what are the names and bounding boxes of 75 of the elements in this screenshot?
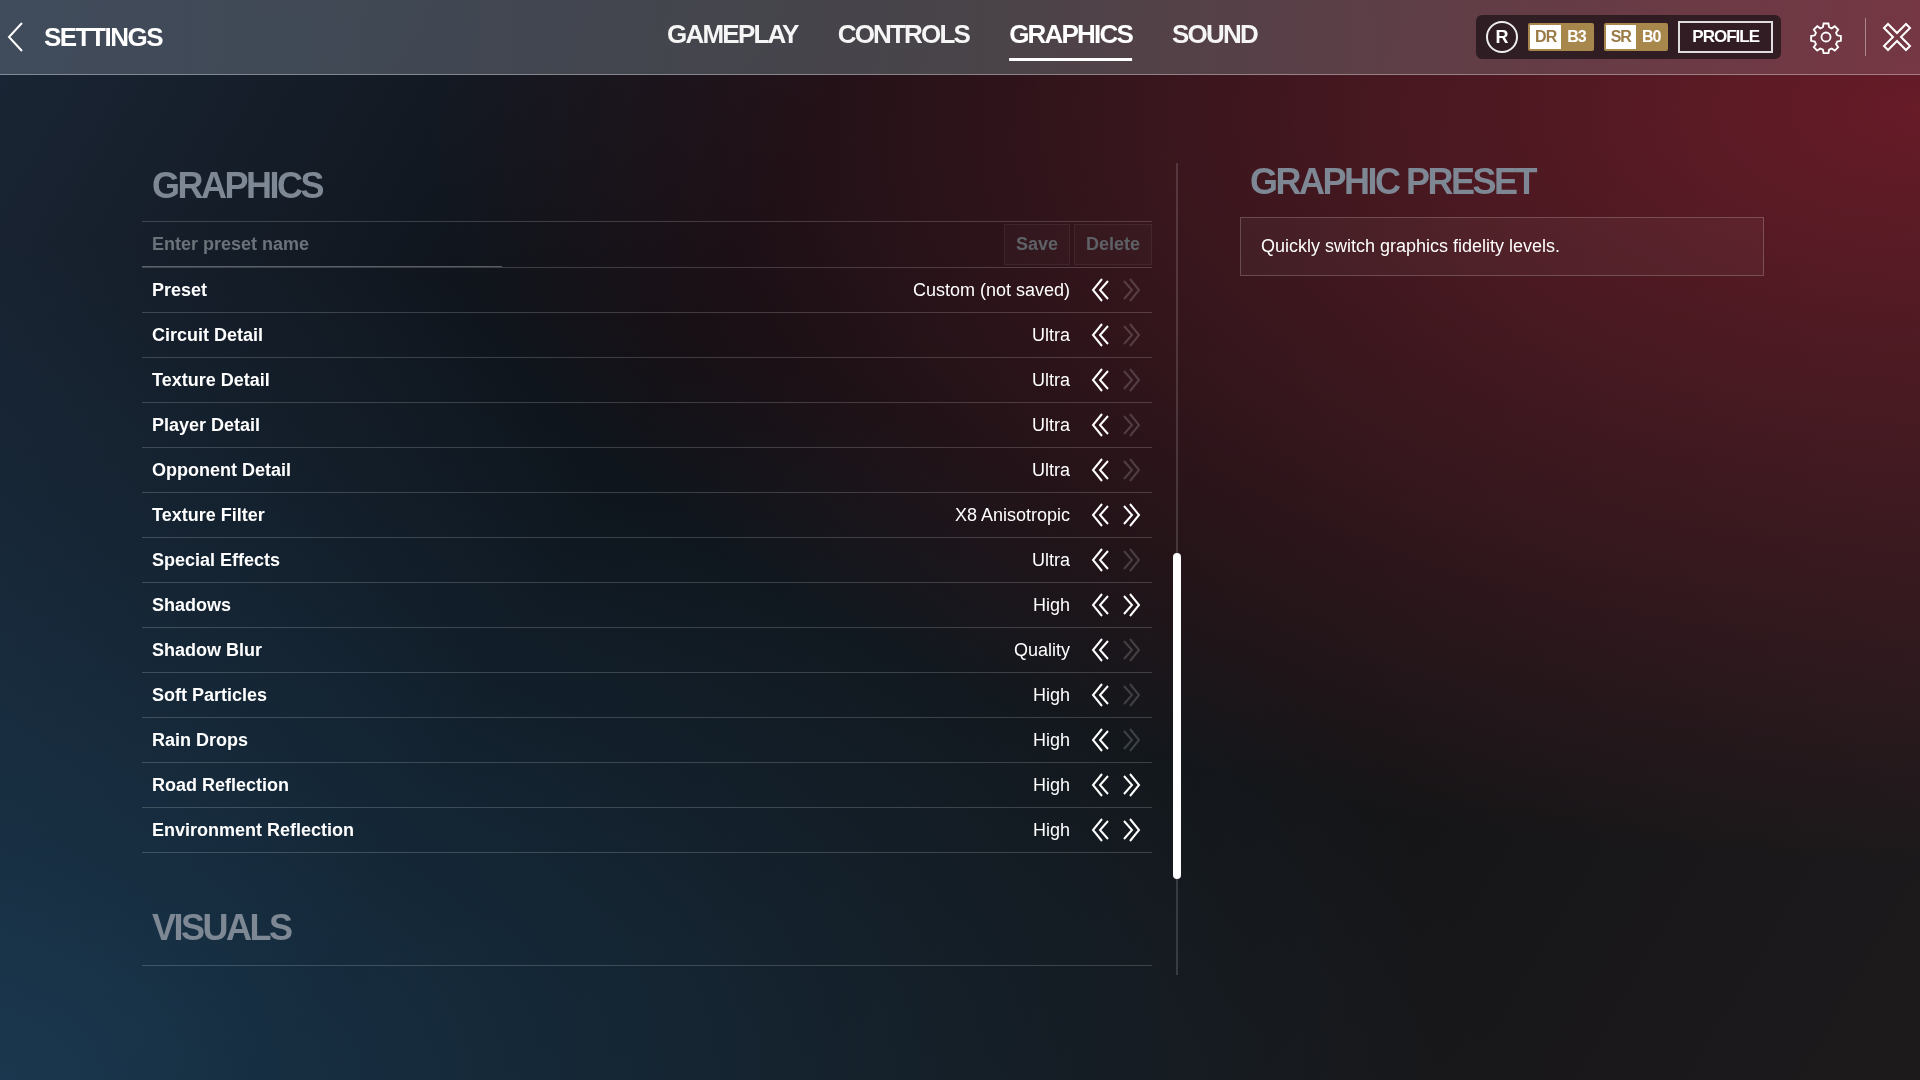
back-button[interactable]: SETTINGS (0, 21, 162, 53)
setting-label: Shadows (152, 594, 232, 616)
setting-label: Texture Filter (152, 504, 266, 526)
section-title: VISUALS (151, 907, 293, 950)
setting-value: Ultra (1032, 414, 1070, 436)
setting-value: High (1032, 594, 1070, 616)
next-icon (1122, 682, 1142, 708)
setting-value: Ultra (1032, 459, 1070, 481)
previous-icon (1090, 817, 1110, 843)
previous-icon (1090, 502, 1110, 528)
next-icon (1122, 367, 1142, 393)
previous-icon (1090, 682, 1110, 708)
previous-icon (1090, 457, 1110, 483)
previous-icon (1090, 637, 1110, 663)
setting-value: High (1032, 819, 1070, 841)
next-icon (1122, 502, 1142, 528)
setting-value: Ultra (1032, 369, 1070, 391)
preset-name-field[interactable]: Enter preset name (142, 222, 502, 267)
previous-icon (1090, 547, 1110, 573)
previous-icon (1090, 772, 1110, 798)
setting-value: High (1032, 729, 1070, 751)
next-icon (1122, 277, 1142, 303)
previous-icon (1090, 277, 1110, 303)
setting-value: High (1032, 774, 1070, 796)
setting-value: Quality (1013, 639, 1070, 661)
setting-value: X8 Anisotropic (954, 504, 1070, 526)
close-icon (1880, 20, 1914, 54)
setting-value: Ultra (1032, 324, 1070, 346)
setting-label: Player Detail (152, 414, 262, 436)
next-icon (1122, 817, 1142, 843)
setting-label: Preset (152, 279, 209, 301)
setting-value: Custom (not saved) (912, 279, 1070, 301)
next-icon (1122, 457, 1142, 483)
previous-icon (1090, 367, 1110, 393)
settings-button[interactable] (1809, 20, 1843, 54)
back-icon (6, 21, 24, 53)
rating-label: SR (1605, 25, 1636, 49)
rating-value: B3 (1561, 25, 1592, 49)
previous-icon (1090, 322, 1110, 348)
panel-title: GRAPHIC PRESET (1250, 161, 1537, 203)
setting-label: Texture Detail (152, 369, 271, 391)
scrollbar-thumb[interactable] (1173, 553, 1181, 879)
setting-label: Soft Particles (152, 684, 269, 706)
previous-icon (1090, 727, 1110, 753)
setting-label: Road Reflection (152, 774, 290, 796)
nav-tab[interactable]: GAMEPLAY (667, 13, 798, 61)
section-title: GRAPHICS (151, 165, 324, 208)
rating-label: DR (1530, 25, 1562, 49)
settings-icon (1809, 20, 1843, 54)
setting-label: Circuit Detail (152, 324, 265, 346)
rank-badge: R (1486, 21, 1519, 53)
nav-tab[interactable]: CONTROLS (837, 13, 970, 61)
back-label: SETTINGS (44, 21, 162, 53)
setting-label: Shadow Blur (152, 639, 263, 661)
setting-label: Special Effects (152, 549, 282, 571)
nav-tab[interactable]: GRAPHICS (1009, 13, 1132, 61)
description-box: Quickly switch graphics fidelity levels. (1240, 217, 1764, 276)
next-icon (1122, 547, 1142, 573)
setting-value: High (1032, 684, 1070, 706)
setting-label: Opponent Detail (152, 459, 292, 481)
next-icon (1122, 412, 1142, 438)
nav-tab[interactable]: SOUND (1172, 13, 1257, 61)
next-icon (1122, 727, 1142, 753)
rating-value: B0 (1635, 25, 1667, 49)
next-icon (1122, 592, 1142, 618)
next-icon (1122, 772, 1142, 798)
previous-icon (1090, 592, 1110, 618)
profile-button[interactable]: PROFILE (1678, 21, 1773, 53)
next-icon (1122, 322, 1142, 348)
close-button[interactable] (1880, 20, 1914, 54)
setting-value: Ultra (1032, 549, 1070, 571)
previous-icon (1090, 412, 1110, 438)
setting-label: Environment Reflection (152, 819, 356, 841)
next-icon (1122, 637, 1142, 663)
setting-label: Rain Drops (152, 729, 249, 751)
